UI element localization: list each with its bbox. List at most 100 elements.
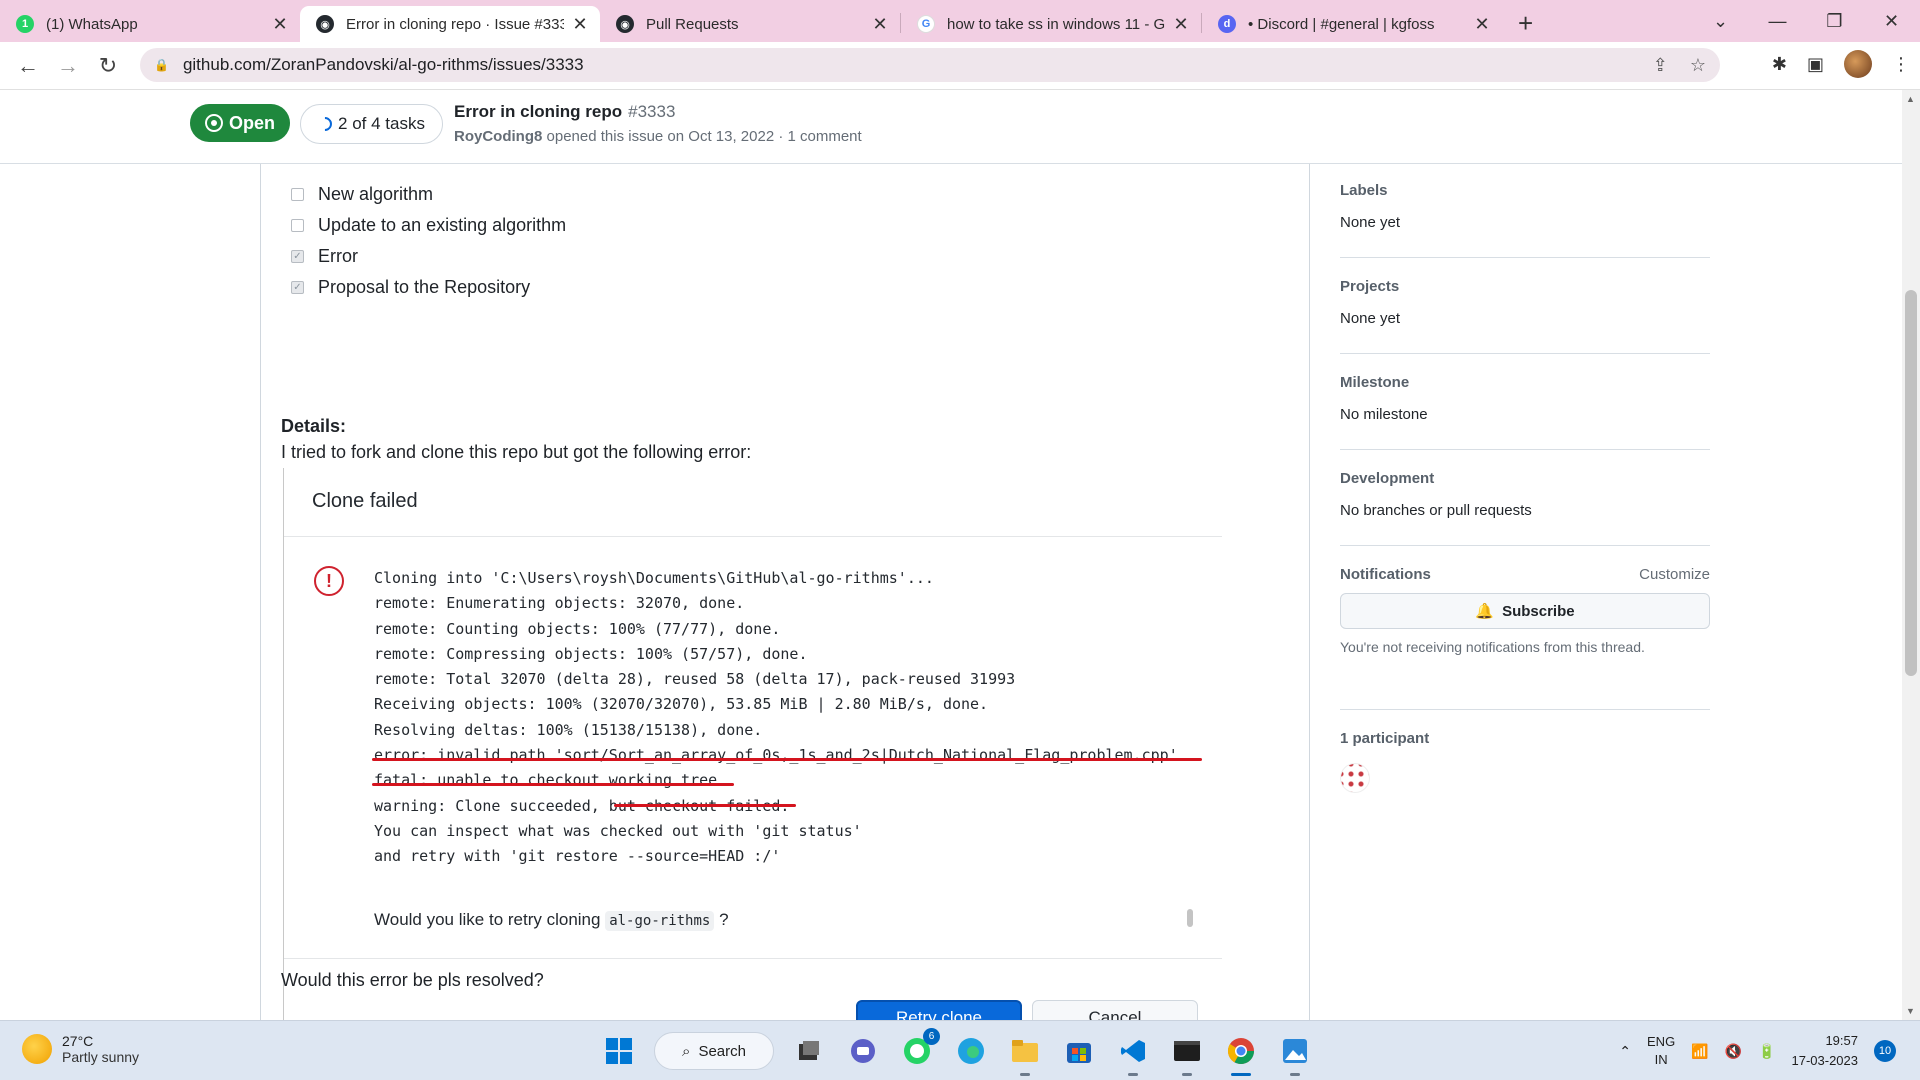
weather-desc: Partly sunny — [62, 1049, 140, 1065]
cancel-button: Cancel — [1032, 1000, 1198, 1020]
language-indicator[interactable]: ENG IN — [1647, 1033, 1675, 1069]
sidebar-milestone[interactable]: Milestone No milestone — [1340, 374, 1710, 450]
bookmark-star-icon[interactable]: ☆ — [1690, 55, 1706, 76]
github-icon: ◉ — [616, 15, 634, 33]
scrollbar-thumb[interactable] — [1905, 290, 1917, 676]
teams-chat-icon[interactable] — [844, 1032, 882, 1070]
log-line: error: invalid path 'sort/Sort_an_array_… — [374, 746, 1178, 765]
new-tab-button[interactable]: + — [1518, 8, 1533, 38]
battery-icon[interactable]: 🔋 — [1758, 1043, 1775, 1060]
log-line: remote: Total 32070 (delta 28), reused 5… — [374, 670, 1016, 689]
close-icon[interactable]: ✕ — [272, 14, 288, 35]
wifi-icon[interactable]: 📶 — [1691, 1043, 1708, 1060]
chrome-icon[interactable] — [1222, 1032, 1260, 1076]
sidebar-value: No milestone — [1340, 406, 1428, 423]
windows-start-icon[interactable] — [600, 1032, 638, 1070]
lock-icon[interactable]: 🔒 — [154, 58, 169, 72]
log-line: fatal: unable to checkout working tree — [374, 771, 718, 790]
whatsapp-taskbar-icon[interactable]: 6 — [898, 1028, 940, 1070]
discord-icon: d — [1218, 15, 1236, 33]
back-icon[interactable]: ← — [8, 53, 48, 79]
windows-taskbar: 27°C Partly sunny ⌕ Search 6 ⌃ ENG IN 📶 — [0, 1020, 1920, 1080]
scroll-down-icon[interactable]: ▼ — [1906, 1006, 1915, 1016]
log-line: Receiving objects: 100% (32070/32070), 5… — [374, 695, 989, 714]
issue-opened-icon — [204, 114, 223, 132]
sidebar-projects[interactable]: Projects None yet — [1340, 278, 1710, 354]
close-icon[interactable]: ✕ — [572, 14, 588, 35]
participant-avatar[interactable] — [1340, 763, 1370, 793]
tab-discord[interactable]: d • Discord | #general | kgfoss ✕ — [1202, 6, 1502, 42]
task-checkbox-checked[interactable]: ✓ — [291, 281, 304, 294]
show-hidden-icons-icon[interactable]: ⌃ — [1619, 1043, 1631, 1060]
issue-meta: RoyCoding8 opened this issue on Oct 13, … — [454, 128, 862, 145]
sidebar-labels[interactable]: Labels None yet — [1340, 182, 1710, 258]
task-progress-badge[interactable]: 2 of 4 tasks — [300, 104, 443, 144]
taskbar-search[interactable]: ⌕ Search — [654, 1032, 774, 1070]
retry-text: Would you like to retry cloning — [374, 910, 606, 929]
task-view-icon[interactable] — [790, 1032, 828, 1070]
task-checkbox[interactable] — [291, 219, 304, 232]
lang-top: ENG — [1647, 1034, 1676, 1049]
restore-icon[interactable]: ❐ — [1806, 11, 1863, 32]
menu-kebab-icon[interactable]: ⋮ — [1892, 54, 1910, 75]
task-label: Proposal to the Repository — [318, 277, 531, 297]
terminal-icon[interactable] — [1168, 1032, 1206, 1076]
whatsapp-badge: 6 — [923, 1028, 940, 1045]
retry-question: Would you like to retry cloning al-go-ri… — [374, 910, 729, 931]
task-checkbox-checked[interactable]: ✓ — [291, 250, 304, 263]
microsoft-store-icon[interactable] — [1060, 1032, 1098, 1070]
close-icon[interactable]: ✕ — [872, 14, 888, 35]
dialog-scrollbar — [1187, 909, 1193, 927]
profile-avatar[interactable] — [1844, 50, 1872, 78]
lang-bottom: IN — [1654, 1052, 1668, 1067]
divider — [284, 958, 1222, 959]
url-field[interactable]: 🔒 github.com/ZoranPandovski/al-go-rithms… — [140, 48, 1720, 82]
share-icon[interactable]: ⇪ — [1653, 55, 1668, 76]
scroll-up-icon[interactable]: ▲ — [1906, 94, 1915, 104]
tab-title: • Discord | #general | kgfoss — [1248, 15, 1435, 33]
sidebar-development[interactable]: Development No branches or pull requests — [1340, 470, 1710, 546]
subscribe-button[interactable]: 🔔 Subscribe — [1340, 593, 1710, 629]
task-item: Update to an existing algorithm — [291, 215, 566, 236]
close-window-icon[interactable]: ✕ — [1863, 11, 1920, 32]
tab-github-issue[interactable]: ◉ Error in cloning repo · Issue #3333 ✕ — [300, 6, 600, 42]
clock-date: 17-03-2023 — [1791, 1053, 1859, 1068]
minimize-icon[interactable]: — — [1749, 11, 1806, 32]
page-scrollbar[interactable]: ▲ ▼ — [1902, 90, 1920, 1020]
volume-muted-icon[interactable]: 🔇 — [1725, 1043, 1742, 1060]
tab-search-icon[interactable]: ⌄ — [1692, 11, 1749, 32]
sidebar-notifications: Notifications Customize 🔔 Subscribe You'… — [1340, 566, 1710, 710]
taskbar-apps: ⌕ Search 6 — [600, 1028, 1314, 1076]
issue-state-label: Open — [228, 112, 275, 133]
photos-icon[interactable] — [1276, 1032, 1314, 1076]
side-panel-icon[interactable]: ▣ — [1807, 54, 1824, 75]
close-icon[interactable]: ✕ — [1474, 14, 1490, 35]
extensions-icon[interactable]: ✱ — [1772, 54, 1787, 75]
clone-failed-screenshot: Clone failed ! Cloning into 'C:\Users\ro… — [283, 468, 1243, 1020]
vscode-icon[interactable] — [1114, 1032, 1152, 1076]
clock[interactable]: 19:57 17-03-2023 — [1792, 1031, 1859, 1071]
close-icon[interactable]: ✕ — [1173, 14, 1189, 35]
notification-badge[interactable]: 10 — [1874, 1040, 1896, 1062]
task-checkbox[interactable] — [291, 188, 304, 201]
task-label: Error — [318, 246, 358, 266]
red-underline-annotation — [372, 758, 1202, 761]
weather-widget[interactable]: 27°C Partly sunny — [22, 1033, 139, 1065]
weather-temp: 27°C — [62, 1033, 94, 1049]
reload-icon[interactable]: ↻ — [88, 53, 128, 79]
issue-meta-text: opened this issue on Oct 13, 2022 · 1 co… — [542, 128, 862, 145]
customize-link[interactable]: Customize — [1639, 566, 1710, 583]
progress-ring-icon — [315, 114, 335, 134]
notification-note: You're not receiving notifications from … — [1340, 639, 1645, 655]
task-progress-label: 2 of 4 tasks — [338, 114, 425, 133]
log-line: Cloning into 'C:\Users\roysh\Documents\G… — [374, 569, 934, 587]
author-link[interactable]: RoyCoding8 — [454, 128, 542, 145]
edge-icon[interactable] — [952, 1032, 990, 1070]
tab-google-search[interactable]: G how to take ss in windows 11 - G ✕ — [901, 6, 1201, 42]
file-explorer-icon[interactable] — [1006, 1032, 1044, 1076]
system-tray: ⌃ ENG IN 📶 🔇 🔋 19:57 17-03-2023 10 — [1619, 1029, 1896, 1073]
closing-question: Would this error be pls resolved? — [281, 970, 544, 990]
tab-pull-requests[interactable]: ◉ Pull Requests ✕ — [600, 6, 900, 42]
tab-whatsapp[interactable]: 1 (1) WhatsApp ✕ — [0, 6, 300, 42]
forward-icon[interactable]: → — [48, 53, 88, 79]
